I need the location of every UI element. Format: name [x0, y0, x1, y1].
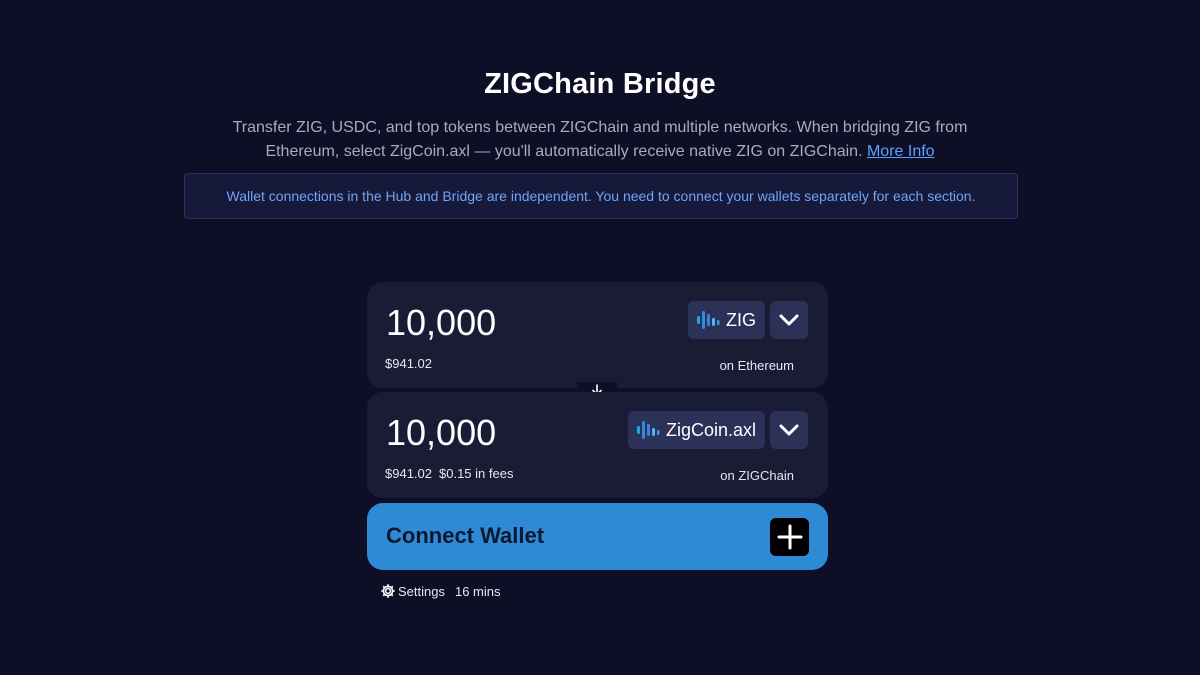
to-token-selector[interactable]: ZigCoin.axl: [627, 411, 765, 449]
to-amount-value: 10,000: [386, 412, 497, 453]
to-network-label: on ZIGChain: [720, 468, 794, 483]
zig-logo-icon: [636, 421, 660, 439]
from-token-selector[interactable]: ZIG: [688, 301, 765, 339]
plus-glyph-icon: [777, 524, 802, 550]
page-subtitle: Transfer ZIG, USDC, and top tokens betwe…: [195, 116, 1005, 164]
page-title: ZIGChain Bridge: [484, 68, 716, 100]
wallet-notice-text: Wallet connections in the Hub and Bridge…: [226, 188, 976, 204]
from-token-dropdown-button[interactable]: [770, 301, 808, 339]
settings-label: Settings: [398, 583, 445, 599]
plus-icon: [770, 518, 809, 556]
chevron-down-icon: [779, 424, 799, 436]
subtitle-text: Transfer ZIG, USDC, and top tokens betwe…: [232, 119, 968, 160]
settings-button[interactable]: Settings: [380, 583, 445, 599]
wallet-notice-banner: Wallet connections in the Hub and Bridge…: [184, 173, 1018, 219]
connect-wallet-button[interactable]: Connect Wallet: [367, 503, 828, 570]
to-usd-value: $941.02 $0.15 in fees: [385, 466, 513, 481]
to-token-dropdown-button[interactable]: [770, 411, 808, 449]
to-usd-amount: $941.02: [385, 466, 432, 481]
zig-logo-icon: [697, 311, 720, 329]
connect-wallet-label: Connect Wallet: [386, 523, 545, 548]
gear-icon: [381, 584, 395, 598]
more-info-link[interactable]: More Info: [867, 143, 935, 160]
from-card: 10,000 $941.02 ZIG on Ethereum: [367, 282, 828, 388]
chevron-down-icon: [779, 314, 799, 326]
to-fees: $0.15 in fees: [439, 466, 514, 481]
from-token-label: ZIG: [726, 309, 756, 330]
from-usd-amount: $941.02: [385, 356, 432, 371]
from-amount-input[interactable]: 10,000: [386, 302, 496, 344]
bridge-footer: Settings 16 mins: [380, 583, 501, 599]
from-network-label: on Ethereum: [719, 358, 794, 373]
time-estimate: 16 mins: [454, 583, 501, 599]
to-token-label: ZigCoin.axl: [665, 419, 756, 440]
from-usd-value: $941.02: [385, 356, 432, 371]
to-card: 10,000 $941.02 $0.15 in fees ZigCoin.axl …: [367, 392, 828, 498]
